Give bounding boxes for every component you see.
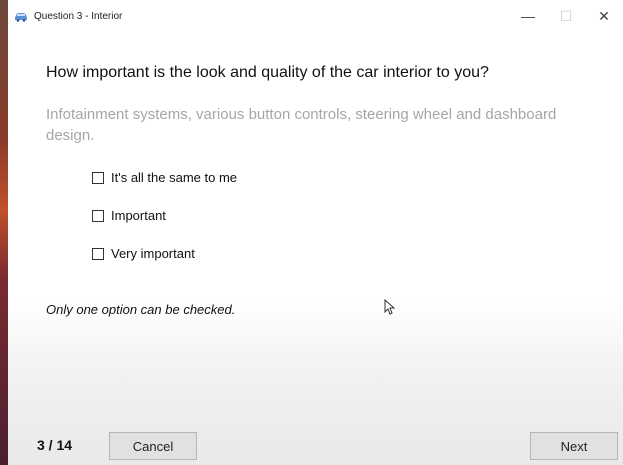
- option-very-important[interactable]: Very important: [92, 246, 195, 261]
- car-icon: [15, 12, 27, 22]
- close-button[interactable]: ✕: [585, 0, 623, 32]
- option-very-important-checkbox[interactable]: [92, 247, 104, 260]
- cancel-button[interactable]: Cancel: [109, 432, 197, 460]
- maximize-button[interactable]: ☐: [547, 0, 585, 32]
- progress-indicator: 3 / 14: [37, 437, 73, 453]
- selection-note: Only one option can be checked.: [46, 302, 236, 317]
- option-important-checkbox[interactable]: [92, 209, 104, 222]
- window-controls: — ☐ ✕: [509, 0, 623, 32]
- option-very-important-label: Very important: [111, 246, 195, 261]
- question-description: Infotainment systems, various button con…: [46, 106, 557, 144]
- question-text: How important is the look and quality of…: [46, 64, 489, 81]
- option-same-label: It's all the same to me: [111, 170, 238, 185]
- next-button[interactable]: Next: [530, 432, 618, 460]
- minimize-button[interactable]: —: [509, 0, 547, 32]
- option-important-label: Important: [111, 208, 166, 223]
- question-content: How important is the look and quality of…: [8, 32, 623, 465]
- option-important[interactable]: Important: [92, 208, 166, 223]
- mouse-cursor-icon: [384, 299, 396, 315]
- question-window: Question 3 - Interior — ☐ ✕ How importan…: [8, 0, 623, 465]
- window-title: Question 3 - Interior: [34, 10, 123, 22]
- title-bar[interactable]: Question 3 - Interior — ☐ ✕: [8, 0, 623, 32]
- option-same-checkbox[interactable]: [92, 171, 104, 184]
- option-same[interactable]: It's all the same to me: [92, 170, 237, 185]
- desktop-background: [0, 0, 8, 465]
